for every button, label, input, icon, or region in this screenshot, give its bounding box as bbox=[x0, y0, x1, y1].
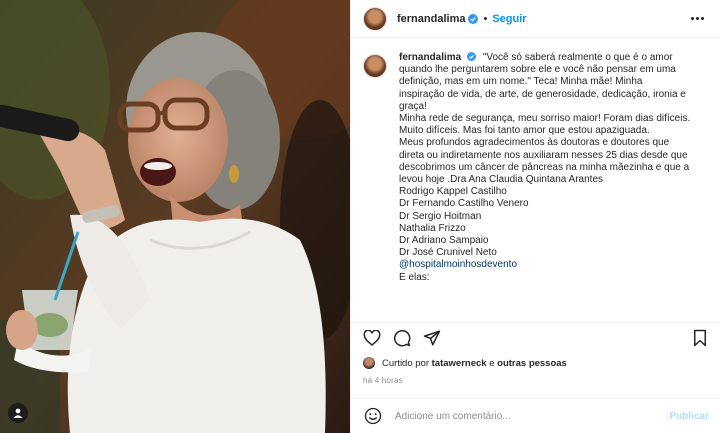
action-bar bbox=[351, 322, 720, 352]
photo-woman-singing bbox=[0, 0, 350, 433]
user-tag-icon[interactable] bbox=[8, 403, 28, 423]
heart-icon[interactable] bbox=[363, 329, 381, 347]
comment-input[interactable] bbox=[395, 410, 645, 422]
instagram-post: fernandalima • Seguir fernandalima "Você… bbox=[0, 0, 720, 433]
comment-bubble-icon[interactable] bbox=[393, 329, 411, 347]
caption-line: inspiração de vida, de arte, de generosi… bbox=[399, 88, 686, 100]
caption-line: Dr Adriano Sampaio bbox=[399, 235, 489, 247]
caption-line: definição, mas em um nome." Teca! Minha … bbox=[399, 76, 643, 88]
separator-dot: • bbox=[483, 12, 488, 25]
smiley-icon[interactable] bbox=[363, 406, 383, 426]
caption-line: Dr José Crunivel Neto bbox=[399, 247, 497, 259]
liked-by-prefix: Curtido por bbox=[382, 357, 429, 369]
post-timestamp[interactable]: há 4 horas bbox=[363, 376, 403, 385]
caption-line: Meus profundos agradecimentos às doutora… bbox=[399, 137, 670, 149]
more-options-icon[interactable] bbox=[687, 13, 708, 24]
caption-block: fernandalima "Você só saberá realmente o… bbox=[351, 38, 720, 318]
caption-line: Muito difíceis. Mas foi tanto amor que e… bbox=[399, 125, 650, 137]
author-avatar[interactable] bbox=[363, 6, 387, 31]
caption-line: Rodrigo Kappel Castilho bbox=[399, 186, 507, 198]
caption-line: graça! bbox=[399, 100, 427, 112]
caption-line: Nathalia Frizzo bbox=[399, 222, 466, 234]
caption-line: "Você só saberá realmente o que é o amor bbox=[482, 52, 673, 63]
caption-line: Minha rede de segurança, meu sorriso mai… bbox=[399, 113, 691, 125]
caption-username[interactable]: fernandalima bbox=[399, 52, 461, 63]
liker-avatar[interactable] bbox=[363, 357, 375, 369]
publish-button[interactable]: Publicar bbox=[670, 411, 709, 422]
caption-line: Dr Fernando Castilho Venero bbox=[399, 198, 529, 210]
caption-author-avatar[interactable] bbox=[363, 54, 387, 78]
caption-line: direta ou indiretamente nos auxiliaram n… bbox=[399, 149, 688, 161]
caption-line: Dr Sergio Hoitman bbox=[399, 210, 482, 222]
liked-by: Curtido por tatawerneck e outras pessoas bbox=[363, 357, 567, 369]
paper-plane-icon[interactable] bbox=[423, 329, 441, 347]
mention-link[interactable]: @hospitalmoinhosdevento bbox=[399, 259, 709, 271]
caption-line: descobrimos um câncer de pâncreas na min… bbox=[399, 161, 690, 173]
post-header: fernandalima • Seguir bbox=[351, 0, 720, 38]
comment-bar: Publicar bbox=[351, 398, 720, 433]
liker-username[interactable]: tatawerneck bbox=[432, 358, 487, 369]
caption-line: levou hoje .Dra Ana Claudia Quintana Ara… bbox=[399, 174, 604, 186]
author-username[interactable]: fernandalima bbox=[397, 13, 465, 25]
caption-line: quando lhe perguntarem sobre ele e você … bbox=[399, 64, 676, 76]
verified-badge-icon bbox=[467, 52, 477, 62]
verified-badge-icon bbox=[468, 13, 479, 24]
liked-by-conjunction: e bbox=[489, 357, 495, 369]
post-caption: fernandalima "Você só saberá realmente o… bbox=[399, 52, 709, 318]
other-likers-link[interactable]: outras pessoas bbox=[497, 358, 567, 369]
follow-button[interactable]: Seguir bbox=[492, 13, 526, 25]
post-sidebar: fernandalima • Seguir fernandalima "Você… bbox=[350, 0, 720, 433]
caption-line: E elas: bbox=[399, 271, 430, 283]
post-photo[interactable] bbox=[0, 0, 350, 433]
bookmark-icon[interactable] bbox=[691, 329, 709, 347]
